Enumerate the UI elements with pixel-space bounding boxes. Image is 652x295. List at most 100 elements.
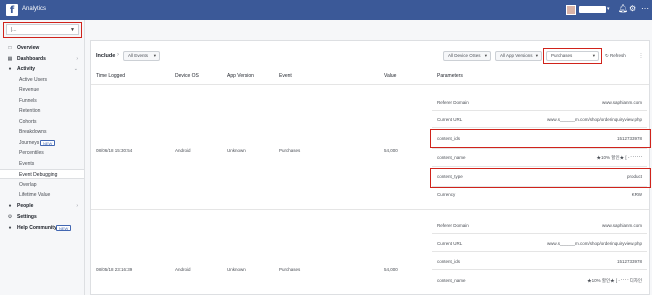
param-value: www.s______m.com/shop/orderinquiryview.p… <box>546 117 642 122</box>
sidebar-item-label: Settings <box>17 214 37 220</box>
param-name: Currency <box>437 192 456 197</box>
refresh-button[interactable]: ↻ Refresh <box>605 51 626 61</box>
help-community-icon: ● <box>8 225 12 231</box>
column-header-value: Value <box>384 73 397 79</box>
include-label: Include <box>96 53 116 59</box>
param-divider <box>432 251 647 252</box>
notifications-bell-icon[interactable]: 🔔︎ <box>618 4 628 14</box>
param-value: 1512733978 <box>616 259 642 264</box>
sidebar-item-active-users[interactable]: Active Users <box>0 75 84 85</box>
facebook-logo-icon[interactable]: f <box>6 4 18 16</box>
app-title: Analytics <box>22 6 47 12</box>
new-badge: NEW <box>56 225 72 231</box>
sidebar-item-label: Lifetime Value <box>19 192 51 198</box>
events-filter-value: All Events <box>128 53 149 58</box>
highlight-content-ids <box>430 129 651 148</box>
highlight-event-filter <box>543 48 602 64</box>
param-divider <box>432 233 647 234</box>
overview-icon: □ <box>8 45 12 51</box>
sidebar-item-label: Revenue <box>19 87 40 93</box>
activity-icon: ● <box>8 66 12 72</box>
settings-gear-icon[interactable]: ⚙ <box>629 4 636 14</box>
app-version-filter-dropdown[interactable]: All App Versions ▾ <box>495 51 542 61</box>
sidebar-item-overview[interactable]: □ Overview <box>0 43 84 53</box>
sidebar-item-percentiles[interactable]: Percentiles <box>0 148 84 158</box>
sidebar-item-lifetime-value[interactable]: Lifetime Value <box>0 190 84 200</box>
row-1-app-version: Unknown <box>227 148 246 153</box>
sidebar-item-label: Activity <box>17 66 36 72</box>
chevron-right-icon: › <box>76 203 78 209</box>
sidebar-item-label: Journeys <box>19 140 40 146</box>
sidebar-item-cohorts[interactable]: Cohorts <box>0 117 84 127</box>
user-name[interactable] <box>579 6 606 13</box>
chevron-down-icon: ▾ <box>535 53 538 58</box>
sidebar-item-activity[interactable]: ● Activity ⌄ <box>0 64 84 74</box>
sidebar-item-breakdowns[interactable]: Breakdowns <box>0 127 84 137</box>
top-bar <box>0 0 652 20</box>
sidebar-item-people[interactable]: ● People › <box>0 201 84 211</box>
sidebar-item-label: Dashboards <box>17 56 46 62</box>
header-divider <box>91 84 649 85</box>
sidebar-item-journeys[interactable]: Journeys NEW <box>0 138 84 148</box>
sidebar-item-settings[interactable]: ⚙ Settings <box>0 212 84 222</box>
sidebar-item-events[interactable]: Events <box>0 159 84 169</box>
param-name: Current URL <box>437 241 463 246</box>
chevron-down-icon: ▾ <box>484 53 487 58</box>
param-name: content_name <box>437 155 466 160</box>
param-divider <box>432 166 647 167</box>
highlight-content-type <box>430 168 651 188</box>
more-options-icon[interactable]: ⋯ <box>641 4 649 14</box>
sidebar-item-event-debugging[interactable]: Event Debugging <box>0 169 84 179</box>
sidebar-item-help-community[interactable]: ● Help Community NEW <box>0 223 84 233</box>
device-os-filter-value: All Device OSes <box>448 53 481 58</box>
refresh-icon: ↻ <box>605 53 609 58</box>
row-1-device: Android <box>175 148 191 153</box>
highlight-account-select <box>3 22 82 38</box>
sidebar-item-label: Breakdowns <box>19 129 47 135</box>
row-1-time: 08/06/18 15:30:54 <box>96 148 133 153</box>
row-2-value: 54,000 <box>384 267 398 272</box>
param-name: Referer Domain <box>437 100 469 105</box>
row-2-app-version: Unknown <box>227 267 246 272</box>
sidebar-item-label: Active Users <box>19 77 48 83</box>
column-header-event: Event <box>279 73 292 79</box>
column-header-device-os: Device OS <box>175 73 199 79</box>
param-divider <box>432 127 647 128</box>
new-badge: NEW <box>40 140 56 146</box>
row-2-device: Android <box>175 267 191 272</box>
chevron-down-icon: ⌄ <box>73 66 78 72</box>
param-name: Current URL <box>437 117 463 122</box>
sidebar-item-label: Overlap <box>19 182 37 188</box>
param-value: www.saphianm.com <box>601 223 642 228</box>
refresh-label: Refresh <box>610 53 626 58</box>
avatar[interactable] <box>566 5 576 15</box>
param-value: ★10% 할인★ [ - ' ' ' ' ' ' <box>596 155 642 160</box>
row-1-event: Purchases <box>279 148 301 153</box>
more-options-button[interactable]: ⋮ <box>636 51 646 61</box>
sidebar: |... ▼ □ Overview ▦ Dashboards › ● Activ… <box>0 20 85 295</box>
app-version-filter-value: All App Versions <box>500 53 533 58</box>
sidebar-item-dashboards[interactable]: ▦ Dashboards › <box>0 54 84 64</box>
events-filter-dropdown[interactable]: All Events ▾ <box>123 51 160 61</box>
sidebar-item-overlap[interactable]: Overlap <box>0 180 84 190</box>
param-value: www.s______m.com/shop/orderinquiryview.p… <box>546 241 642 246</box>
row-1-value: 54,000 <box>384 148 398 153</box>
row-2-event: Purchases <box>279 267 301 272</box>
sidebar-item-label: Funnels <box>19 98 37 104</box>
param-name: content_ids <box>437 259 461 264</box>
sidebar-item-label: Cohorts <box>19 119 37 125</box>
sidebar-item-revenue[interactable]: Revenue <box>0 85 84 95</box>
row-2-time: 08/05/18 23:16:39 <box>96 267 133 272</box>
column-header-time-logged: Time Logged <box>96 73 125 79</box>
device-os-filter-dropdown[interactable]: All Device OSes ▾ <box>443 51 491 61</box>
sidebar-item-retention[interactable]: Retention <box>0 106 84 116</box>
user-menu-caret-icon[interactable]: ▾ <box>607 6 610 12</box>
sidebar-item-label: Retention <box>19 108 41 114</box>
chevron-right-icon: › <box>76 56 78 62</box>
sidebar-item-label: Help Community <box>17 225 57 231</box>
param-value: ★10% 할인★ [ - ' ' ' ' 디자인 <box>587 278 642 283</box>
column-header-parameters: Parameters <box>437 73 463 79</box>
sidebar-item-funnels[interactable]: Funnels <box>0 96 84 106</box>
param-name: Referer Domain <box>437 223 469 228</box>
breadcrumb-separator-icon: › <box>117 52 119 58</box>
